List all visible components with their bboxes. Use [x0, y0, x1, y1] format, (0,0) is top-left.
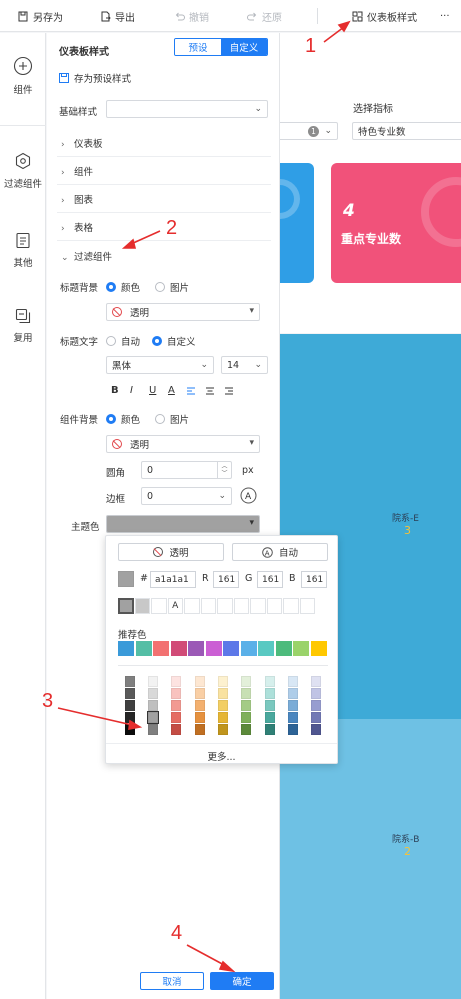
annotation-arrowhead-2 — [121, 238, 137, 249]
annotation-arrow-4 — [186, 944, 227, 967]
annotation-arrowhead-3 — [128, 719, 143, 730]
annotation-arrow-3 — [57, 707, 133, 726]
annotation-arrows — [57, 20, 351, 973]
annotation-number-2: 2 — [166, 217, 178, 239]
annotation-arrow-2 — [130, 230, 161, 245]
annotation-arrow-1 — [323, 26, 345, 43]
annotation-number-3: 3 — [42, 690, 54, 712]
annotation-number-4: 4 — [171, 922, 183, 944]
annotation-arrowhead-4 — [218, 960, 236, 973]
annotation-number-1: 1 — [305, 35, 317, 57]
